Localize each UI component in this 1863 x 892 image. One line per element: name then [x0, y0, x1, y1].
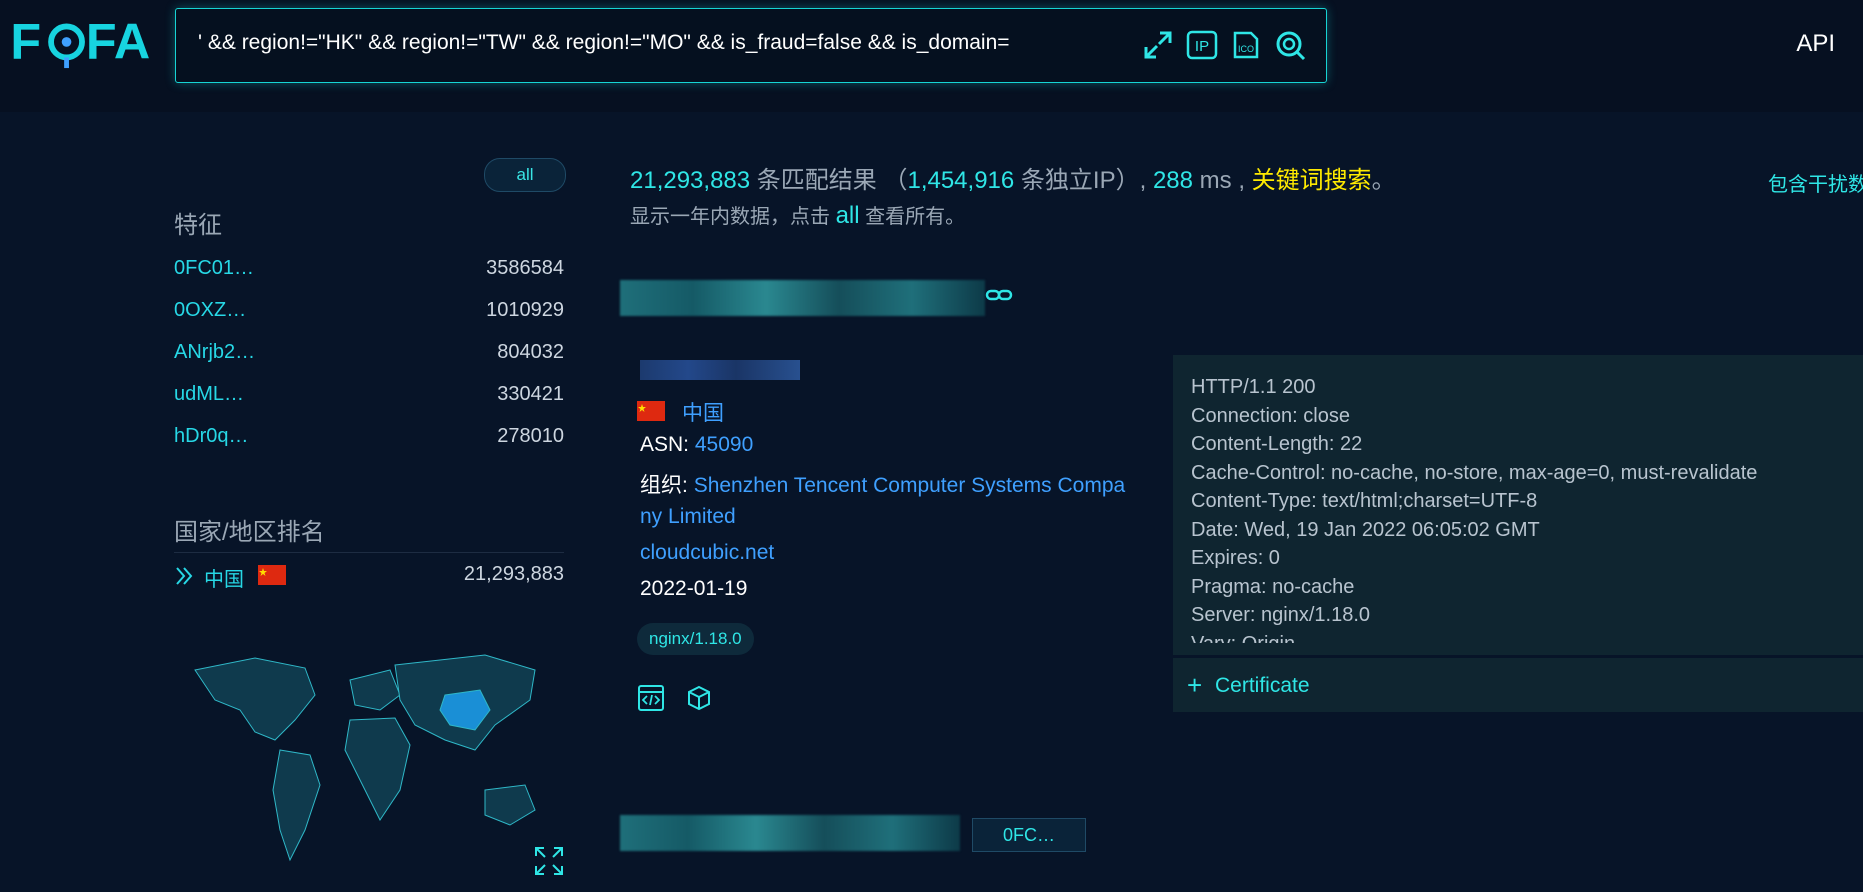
certificate-label: Certificate	[1215, 674, 1310, 697]
total-count: 21,293,883	[630, 167, 751, 194]
header-line: Pragma: no-cache	[1191, 575, 1355, 598]
divider	[174, 552, 564, 553]
feature-count: 3586584	[486, 257, 564, 279]
header-line: Content-Length: 22	[1191, 433, 1363, 455]
note-prefix: 显示一年内数据，点击	[630, 206, 830, 228]
fullscreen-icon[interactable]	[534, 846, 564, 876]
feature-name[interactable]: 0OXZ…	[174, 299, 246, 322]
header-line: Server: nginx/1.18.0	[1191, 604, 1370, 626]
unique-ip-suffix: 条独立IP）,	[1020, 167, 1147, 194]
header-line: Content-Type: text/html;charset=UTF-8	[1191, 490, 1538, 512]
total-suffix: 条匹配结果	[756, 167, 877, 194]
org-link-cont[interactable]: ny Limited	[640, 505, 736, 529]
feature-chip[interactable]: 0FC…	[972, 818, 1086, 852]
redacted-host-title[interactable]	[620, 280, 985, 316]
south-america-shape	[272, 749, 321, 862]
expand-icon[interactable]	[1142, 29, 1174, 61]
feature-item[interactable]: hDr0q… 278010	[174, 425, 564, 467]
result-country[interactable]: 中国	[682, 397, 724, 427]
server-tag[interactable]: nginx/1.18.0	[637, 623, 754, 655]
australia-shape	[484, 784, 536, 826]
feature-name[interactable]: hDr0q…	[174, 425, 248, 448]
features-title: 特征	[174, 212, 222, 239]
ip-icon[interactable]: IP	[1186, 29, 1218, 61]
note-suffix: 查看所有。	[865, 206, 966, 228]
org-link[interactable]: Shenzhen Tencent Computer Systems Compa	[694, 474, 1126, 497]
feature-item[interactable]: udML… 330421	[174, 383, 564, 425]
country-rank-title: 国家/地区排名	[174, 519, 325, 546]
certificate-toggle[interactable]: + Certificate	[1173, 658, 1863, 712]
header-line: Cache-Control: no-cache, no-store, max-a…	[1191, 461, 1758, 484]
header-line: Connection: close	[1191, 404, 1350, 427]
header-line: Date: Wed, 19 Jan 2022 06:05:02 GMT	[1191, 518, 1540, 541]
ico-icon[interactable]: ICO	[1230, 29, 1262, 61]
asn-line: ASN: 45090	[640, 433, 753, 457]
redacted-host-title-2[interactable]	[620, 815, 960, 851]
feature-count: 278010	[497, 425, 564, 447]
header-line: Vary: Origin	[1191, 630, 1851, 644]
keyword-search-link[interactable]: 关键词搜索	[1252, 167, 1372, 194]
feature-count: 804032	[497, 341, 564, 363]
feature-item[interactable]: 0FC01… 3586584	[174, 257, 564, 299]
feature-item[interactable]: 0OXZ… 1010929	[174, 299, 564, 341]
org-line: 组织: Shenzhen Tencent Computer Systems Co…	[640, 469, 1125, 499]
country-name[interactable]: 中国	[204, 563, 244, 592]
plus-icon: +	[1187, 670, 1203, 700]
search-input[interactable]: ' && region!="HK" && region!="TW" && reg…	[198, 31, 1118, 55]
link-icon[interactable]	[985, 286, 1013, 304]
header-line: HTTP/1.1 200	[1191, 376, 1316, 398]
ico-icon-text: ICO	[1238, 44, 1254, 54]
fofa-logo[interactable]: F FA	[8, 10, 158, 70]
redacted-ip[interactable]	[640, 360, 800, 380]
feature-count: 330421	[497, 383, 564, 405]
result-date: 2022-01-19	[640, 577, 748, 600]
feature-name[interactable]: udML…	[174, 383, 244, 406]
unique-ip-count: 1,454,916	[907, 167, 1015, 194]
code-icon[interactable]	[637, 684, 665, 712]
result-summary: 21,293,883 条匹配结果 （1,454,916 条独立IP）, 288 …	[630, 160, 1396, 195]
header-line: Expires: 0	[1191, 547, 1280, 569]
feature-name[interactable]: 0FC01…	[174, 257, 254, 280]
africa-shape	[344, 717, 411, 821]
asn-label: ASN:	[640, 433, 690, 456]
ip-icon-text: IP	[1195, 38, 1209, 55]
china-flag-icon	[637, 401, 665, 421]
feature-name[interactable]: ANrjb2…	[174, 341, 255, 364]
include-noise-link[interactable]: 包含干扰数据	[1768, 168, 1863, 197]
asn-link[interactable]: 45090	[695, 433, 753, 456]
api-link[interactable]: API	[1796, 30, 1835, 58]
country-item[interactable]: 中国 21,293,883	[174, 563, 564, 605]
china-flag-icon	[258, 565, 286, 585]
north-america-shape	[194, 657, 316, 741]
feature-count: 1010929	[486, 299, 564, 321]
http-header-panel: HTTP/1.1 200 Connection: close Content-L…	[1173, 355, 1863, 655]
logo-o-dot	[61, 37, 72, 47]
logo-fa: FA	[86, 12, 150, 69]
country-count: 21,293,883	[463, 563, 564, 585]
logo-f: F	[10, 12, 41, 69]
http-header-text: HTTP/1.1 200 Connection: close Content-L…	[1191, 373, 1851, 643]
double-chevron-icon	[176, 567, 193, 585]
time-unit: ms ,	[1199, 167, 1245, 194]
query-time: 288	[1152, 167, 1193, 194]
period: 。	[1371, 167, 1396, 194]
open-paren: （	[876, 167, 908, 194]
domain-link[interactable]: cloudcubic.net	[640, 541, 774, 565]
org-label: 组织:	[640, 474, 688, 497]
view-all-link[interactable]: all	[836, 202, 860, 229]
feature-item[interactable]: ANrjb2… 804032	[174, 341, 564, 383]
all-filter-button[interactable]: all	[484, 158, 566, 192]
world-map[interactable]	[185, 640, 565, 875]
search-box[interactable]: ' && region!="HK" && region!="TW" && reg…	[175, 8, 1327, 83]
one-year-note: 显示一年内数据，点击 all 查看所有。	[630, 200, 965, 230]
cube-icon[interactable]	[685, 684, 713, 712]
search-icon[interactable]	[1274, 29, 1306, 61]
europe-shape	[349, 669, 401, 711]
